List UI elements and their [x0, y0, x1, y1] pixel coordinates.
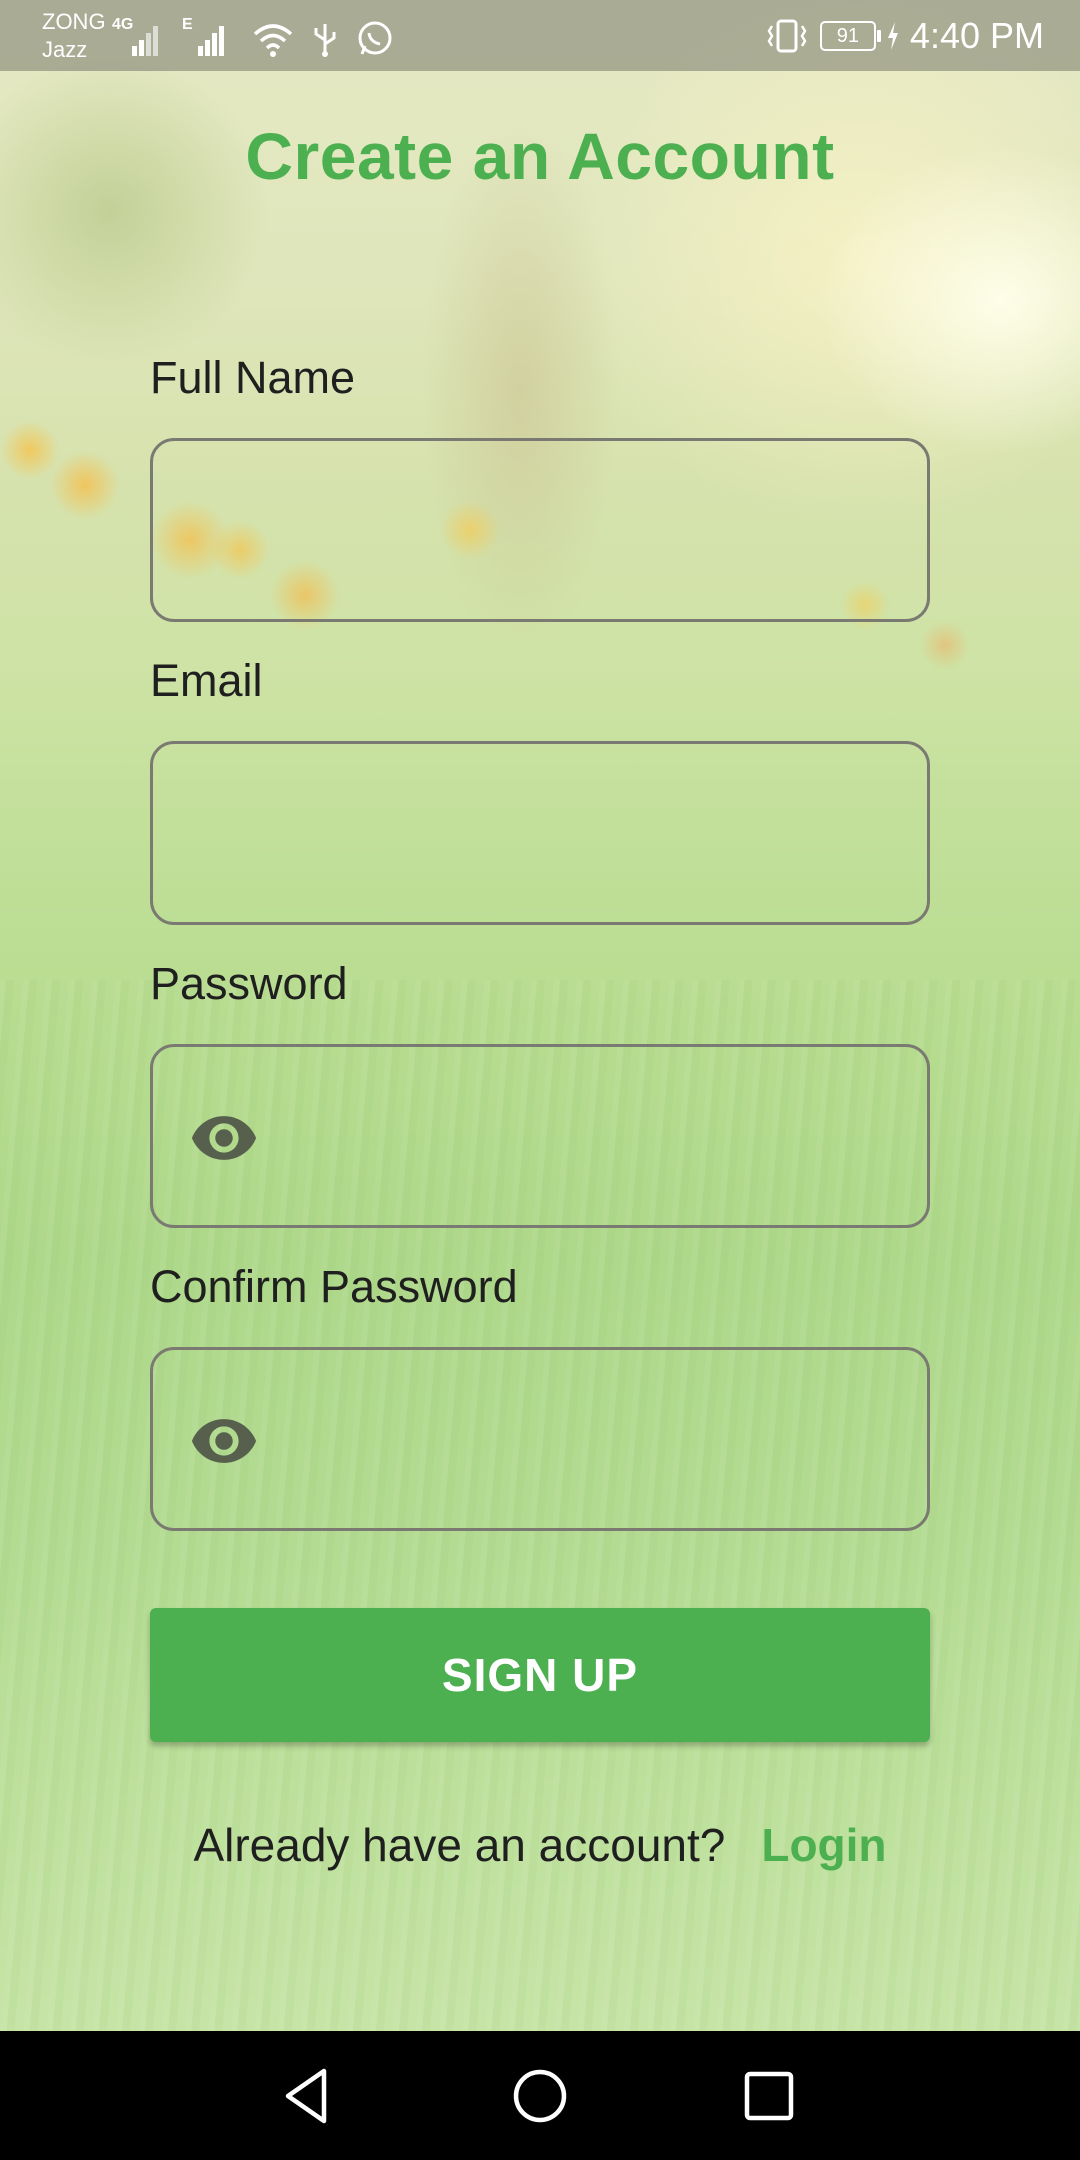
back-icon[interactable] [272, 2059, 346, 2133]
wifi-icon [253, 24, 293, 57]
full-name-field[interactable] [150, 438, 930, 622]
signal-icon: 4G [112, 16, 164, 58]
email-input[interactable] [183, 744, 897, 924]
signal-icon: E [182, 16, 234, 58]
vibrate-icon [767, 19, 807, 53]
navigation-bar [0, 2031, 1080, 2160]
carrier-names: ZONG Jazz [42, 8, 106, 64]
eye-icon[interactable] [189, 1103, 259, 1173]
page-title: Create an Account [245, 119, 835, 193]
status-icons-right: 91 4:40 PM [764, 12, 1044, 60]
battery-level: 91 [836, 25, 860, 47]
usb-icon [314, 24, 336, 57]
password-field[interactable] [150, 1044, 930, 1228]
confirm-password-label: Confirm Password [150, 1261, 518, 1312]
recents-icon[interactable] [732, 2059, 806, 2133]
password-label: Password [150, 958, 348, 1009]
full-name-input[interactable] [183, 441, 897, 621]
login-prompt-text: Already have an account? [193, 1819, 726, 1871]
signup-screen: ZONG Jazz 4G E 91 4:40 PM Create an Acco… [0, 0, 1080, 2160]
confirm-password-input[interactable] [263, 1350, 897, 1530]
login-prompt: Already have an account? Login [0, 1815, 1080, 1875]
battery-icon: 91 [819, 21, 881, 51]
email-field[interactable] [150, 741, 930, 925]
carrier-primary: ZONG [42, 9, 106, 34]
eye-icon[interactable] [189, 1406, 259, 1476]
sign-up-button[interactable]: SIGN UP [150, 1608, 930, 1742]
whatsapp-icon [358, 21, 392, 55]
email-label: Email [150, 655, 263, 706]
confirm-password-field[interactable] [150, 1347, 930, 1531]
status-bar: ZONG Jazz 4G E 91 4:40 PM [0, 0, 1080, 71]
full-name-label: Full Name [150, 352, 356, 403]
password-input[interactable] [263, 1047, 897, 1227]
clock: 4:40 PM [909, 15, 1044, 56]
status-icons-left: 4G E [112, 14, 394, 58]
home-icon[interactable] [503, 2059, 577, 2133]
login-link[interactable]: Login [761, 1818, 886, 1872]
carrier-secondary: Jazz [42, 37, 88, 62]
charging-icon [887, 22, 898, 50]
